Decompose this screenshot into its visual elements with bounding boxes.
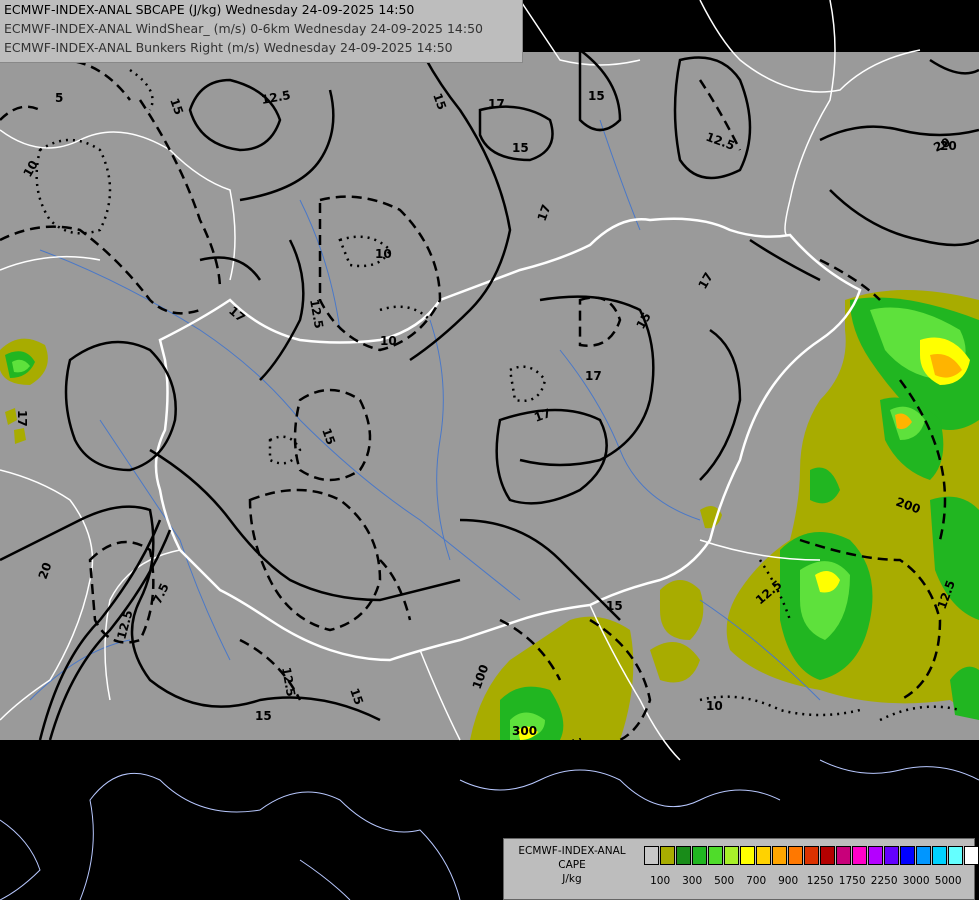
title-bunkers: ECMWF-INDEX-ANAL Bunkers Right (m/s) Wed… [4, 40, 453, 55]
contour-label: 10 [375, 247, 392, 261]
legend-swatch [836, 846, 851, 865]
legend-swatch [900, 846, 915, 865]
legend-swatch [708, 846, 723, 865]
legend-title: ECMWF-INDEX-ANAL CAPE J/kg [506, 844, 638, 886]
legend-swatch [884, 846, 899, 865]
weather-map[interactable]: 12.5 15 17 20 10 5 7.5 15 17 12.5 15 10 … [0, 0, 979, 900]
contour-label: 15 [606, 599, 623, 613]
legend-swatch [676, 846, 691, 865]
legend-swatch [916, 846, 931, 865]
contour-label: 300 [512, 724, 537, 738]
legend-swatch [804, 846, 819, 865]
legend-tick: 1750 [838, 875, 866, 887]
contour-label: 20 [940, 139, 957, 153]
legend-swatch [772, 846, 787, 865]
legend-swatches [644, 846, 979, 866]
contour-label: 15 [588, 89, 605, 103]
legend-tick: 900 [778, 875, 799, 887]
contour-label: 15 [512, 141, 529, 155]
legend-tick: 3000 [902, 875, 930, 887]
legend-tick: 2250 [870, 875, 898, 887]
map-viewer: 12.5 15 17 20 10 5 7.5 15 17 12.5 15 10 … [0, 0, 979, 900]
legend-title-line: CAPE [558, 859, 586, 871]
legend-swatch [740, 846, 755, 865]
contour-label: 17 [15, 410, 29, 427]
legend-title-line: ECMWF-INDEX-ANAL [518, 845, 626, 857]
legend-tick: 1250 [806, 875, 834, 887]
map-title-box: ECMWF-INDEX-ANAL SBCAPE (J/kg) Wednesday… [0, 0, 523, 63]
contour-label: 15 [255, 709, 272, 723]
legend-tick: 100 [650, 875, 671, 887]
legend-tick: 300 [682, 875, 703, 887]
legend-swatch [852, 846, 867, 865]
title-windshear: ECMWF-INDEX-ANAL WindShear_ (m/s) 0-6km … [4, 21, 483, 36]
legend-swatch [644, 846, 659, 865]
legend-ticks: 100 300 500 700 900 1250 1750 2250 3000 5000 [640, 875, 970, 889]
legend-tick: 5000 [934, 875, 962, 887]
legend-title-line: J/kg [562, 873, 582, 885]
legend-tick: 700 [746, 875, 767, 887]
legend-swatch [660, 846, 675, 865]
contour-label: 10 [706, 699, 723, 713]
legend-swatch [724, 846, 739, 865]
title-sbcape: ECMWF-INDEX-ANAL SBCAPE (J/kg) Wednesday… [4, 2, 415, 17]
contour-label: 17 [585, 369, 602, 383]
cape-legend: ECMWF-INDEX-ANAL CAPE J/kg 100 300 500 700 9… [503, 838, 979, 900]
contour-label: 10 [380, 334, 397, 348]
legend-swatch [964, 846, 979, 865]
legend-tick: 500 [714, 875, 735, 887]
contour-label: 5 [55, 91, 63, 105]
legend-swatch [788, 846, 803, 865]
contour-label: 10 [569, 736, 586, 755]
legend-swatch [820, 846, 835, 865]
legend-swatch [932, 846, 947, 865]
legend-swatch [948, 846, 963, 865]
contour-label: 17 [488, 97, 505, 111]
legend-swatch [756, 846, 771, 865]
legend-swatch [868, 846, 883, 865]
legend-swatch [692, 846, 707, 865]
